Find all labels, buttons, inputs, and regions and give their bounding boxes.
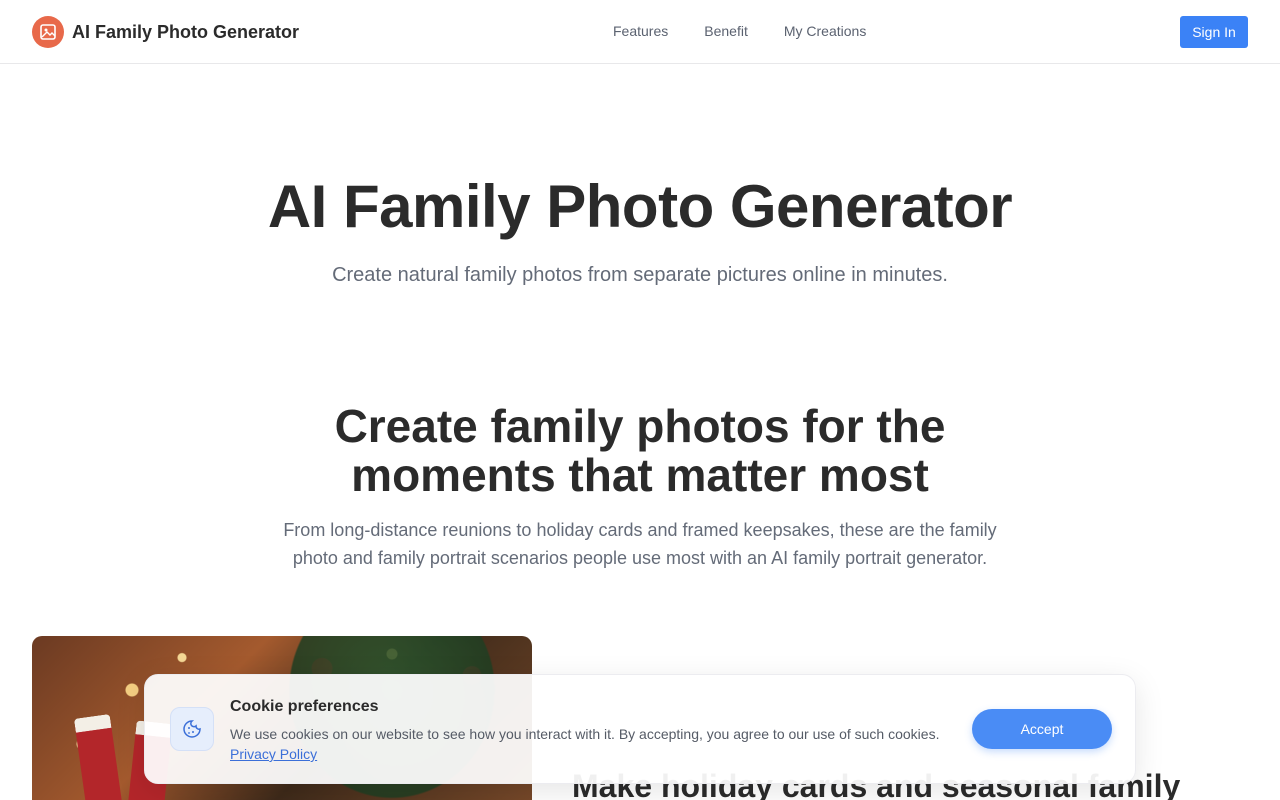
hero-title: AI Family Photo Generator bbox=[267, 173, 1013, 240]
accept-cookies-button[interactable]: Accept bbox=[972, 709, 1112, 749]
nav-item-my-creations[interactable]: My Creations bbox=[784, 23, 866, 39]
section-title: Create family photos for the moments tha… bbox=[240, 402, 1040, 500]
brand[interactable]: AI Family Photo Generator bbox=[32, 16, 299, 48]
section-description-line-1: From long-distance reunions to holiday c… bbox=[283, 520, 997, 540]
nav-item-features[interactable]: Features bbox=[613, 23, 668, 39]
hero-subtitle: Create natural family photos from separa… bbox=[332, 264, 948, 286]
brand-name: AI Family Photo Generator bbox=[72, 21, 300, 42]
cookie-icon bbox=[170, 707, 214, 751]
section-title-line-1: Create family photos for the bbox=[334, 400, 946, 452]
image-icon bbox=[32, 16, 64, 48]
cookie-title: Cookie preferences bbox=[230, 698, 379, 715]
stocking-decoration bbox=[73, 713, 123, 800]
section-description: From long-distance reunions to holiday c… bbox=[270, 516, 1010, 572]
cookie-banner: Cookie preferences We use cookies on our… bbox=[144, 674, 1136, 784]
section-title-line-2: moments that matter most bbox=[351, 449, 929, 501]
sign-in-button[interactable]: Sign In bbox=[1180, 16, 1248, 48]
privacy-policy-link[interactable]: Privacy Policy bbox=[230, 746, 317, 762]
cookie-text: We use cookies on our website to see how… bbox=[230, 726, 940, 742]
site-header: AI Family Photo Generator Features Benef… bbox=[0, 0, 1280, 64]
section-description-line-2: photo and family portrait scenarios peop… bbox=[292, 548, 988, 568]
nav-item-benefit[interactable]: Benefit bbox=[704, 23, 748, 39]
main-nav: Features Benefit My Creations bbox=[613, 23, 866, 39]
